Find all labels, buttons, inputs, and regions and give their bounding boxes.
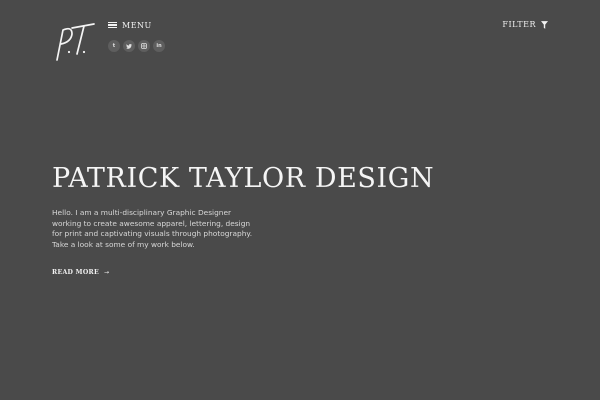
hero-description: Hello. I am a multi-disciplinary Graphic…	[52, 208, 253, 250]
instagram-camera-icon	[141, 43, 147, 49]
twitter-icon[interactable]	[123, 40, 135, 52]
instagram-icon[interactable]	[138, 40, 150, 52]
twitter-bird-icon	[126, 43, 132, 49]
filter-label: FILTER	[502, 20, 536, 29]
menu-button[interactable]: MENU	[108, 19, 152, 31]
read-more-link[interactable]: READ MORE →	[52, 269, 109, 276]
tumblr-icon[interactable]: t	[108, 40, 120, 52]
menu-label: MENU	[122, 20, 152, 30]
filter-button[interactable]: FILTER	[502, 20, 548, 29]
pt-signature-logo	[56, 23, 95, 61]
page-title: PATRICK TAYLOR DESIGN	[52, 163, 435, 194]
funnel-icon	[541, 20, 548, 29]
read-more-label: READ MORE	[52, 269, 99, 276]
logo[interactable]	[50, 22, 98, 64]
linkedin-icon[interactable]: in	[153, 40, 165, 52]
arrow-right-icon: →	[103, 269, 110, 276]
social-links: t in	[108, 40, 165, 52]
hamburger-icon	[108, 21, 117, 29]
